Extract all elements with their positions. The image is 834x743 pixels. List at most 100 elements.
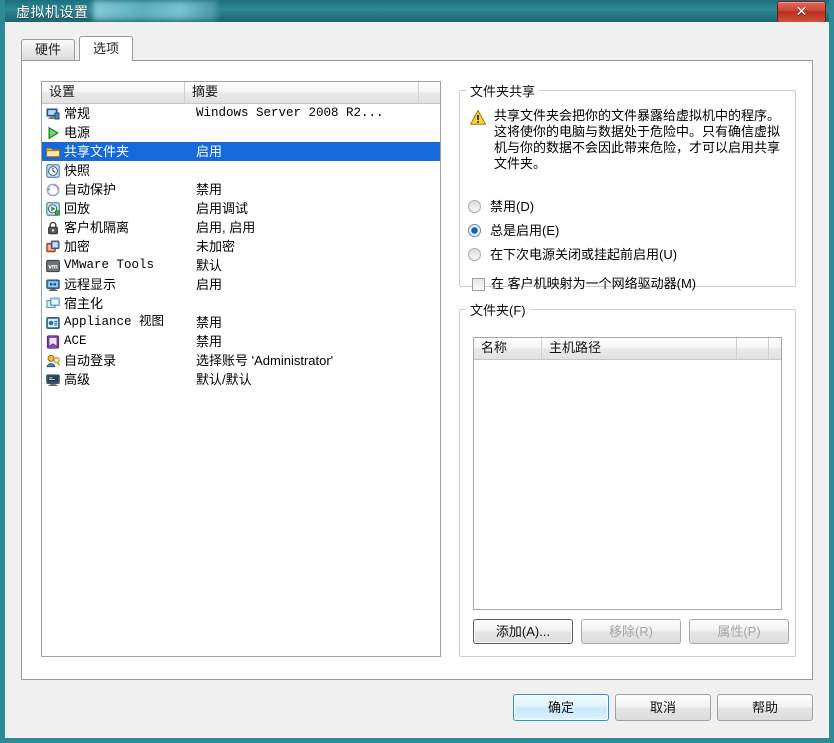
settings-row-summary: 启用调试 bbox=[196, 201, 249, 216]
folders-legend: 文件夹(F) bbox=[470, 303, 526, 318]
folders-column-name[interactable]: 名称 bbox=[474, 338, 542, 359]
window-title: 虚拟机设置 bbox=[16, 4, 89, 20]
cancel-button[interactable]: 取消 bbox=[615, 694, 711, 721]
close-button[interactable]: ✕ bbox=[777, 1, 826, 22]
tab-strip: 硬件 选项 bbox=[21, 36, 813, 61]
settings-list-row[interactable]: 快照 bbox=[42, 161, 440, 180]
folders-list-header: 名称 主机路径 bbox=[474, 338, 781, 360]
radio-always-enabled-indicator bbox=[468, 224, 481, 237]
settings-list-row[interactable]: 自动登录 选择账号 'Administrator' bbox=[42, 351, 440, 370]
snapshot-clock-icon bbox=[46, 164, 60, 178]
client-area: 硬件 选项 设置 摘要 常规 Windows Server 2008 R2... 电… bbox=[10, 22, 824, 733]
settings-list-row[interactable]: 客户机隔离 启用, 启用 bbox=[42, 218, 440, 237]
settings-list-body: 常规 Windows Server 2008 R2... 电源 共享文件夹 启用 快照 自动… bbox=[42, 104, 440, 389]
options-detail-pane: 文件夹共享 共享文件夹会把你的文件暴露给虚拟机中的程序。这将使你的电脑与数据处于… bbox=[459, 81, 796, 657]
advanced-icon bbox=[46, 373, 60, 387]
settings-row-summary: 默认/默认 bbox=[196, 372, 252, 387]
settings-list[interactable]: 设置 摘要 常规 Windows Server 2008 R2... 电源共享文件夹… bbox=[41, 81, 441, 657]
radio-disable-indicator bbox=[468, 200, 481, 213]
tab-options[interactable]: 选项 bbox=[79, 36, 134, 61]
power-play-icon bbox=[46, 126, 60, 140]
help-button[interactable]: 帮助 bbox=[717, 694, 813, 721]
options-tab-page: 设置 摘要 常规 Windows Server 2008 R2... 电源 共享文件夹… bbox=[21, 60, 813, 680]
lock-icon bbox=[46, 221, 60, 235]
map-network-drive-label: 在 客户机映射为一个网络驱动器(M) bbox=[491, 276, 697, 291]
radio-enable-until-next-poweroff[interactable]: 在下次电源关闭或挂起前启用(U) bbox=[468, 246, 678, 263]
redacted-title-suffix bbox=[93, 1, 217, 20]
radio-always-enabled[interactable]: 总是启用(E) bbox=[468, 222, 560, 239]
vmware-tools-icon: vm bbox=[46, 259, 60, 273]
settings-row-name: 客户机隔离 bbox=[64, 220, 130, 235]
autologon-key-icon bbox=[46, 354, 60, 368]
settings-row-name: 远程显示 bbox=[64, 277, 117, 292]
replay-icon bbox=[46, 202, 60, 216]
settings-row-name: 高级 bbox=[64, 372, 91, 387]
appliance-view-icon bbox=[46, 316, 60, 330]
settings-row-name: 回放 bbox=[64, 201, 91, 216]
settings-row-summary: 启用 bbox=[196, 144, 223, 159]
settings-row-summary: Windows Server 2008 R2... bbox=[196, 106, 384, 120]
warning-row: 共享文件夹会把你的文件暴露给虚拟机中的程序。这将使你的电脑与数据处于危险中。只有… bbox=[470, 108, 785, 172]
settings-list-row[interactable]: 共享文件夹 启用 bbox=[42, 142, 440, 161]
remote-display-icon bbox=[46, 278, 60, 292]
radio-always-enabled-label: 总是启用(E) bbox=[490, 223, 560, 238]
map-network-drive-checkbox[interactable]: 在 客户机映射为一个网络驱动器(M) bbox=[472, 276, 696, 293]
encryption-icon bbox=[46, 240, 60, 254]
svg-text:vm: vm bbox=[48, 264, 58, 271]
settings-list-row[interactable]: 加密 未加密 bbox=[42, 237, 440, 256]
column-header-spacer bbox=[419, 82, 440, 103]
settings-row-name: ACE bbox=[64, 334, 87, 348]
folder-sharing-legend: 文件夹共享 bbox=[470, 84, 536, 99]
folders-list[interactable]: 名称 主机路径 bbox=[473, 337, 782, 610]
settings-list-row[interactable]: 宿主化 bbox=[42, 294, 440, 313]
settings-list-row[interactable]: 远程显示 启用 bbox=[42, 275, 440, 294]
folders-column-extra bbox=[737, 338, 769, 359]
radio-enable-until-next-poweroff-indicator bbox=[468, 248, 481, 261]
title-bar: 虚拟机设置 ✕ bbox=[5, 0, 829, 22]
column-header-summary[interactable]: 摘要 bbox=[185, 82, 419, 103]
settings-row-name: 电源 bbox=[64, 125, 91, 140]
settings-row-summary: 禁用 bbox=[196, 315, 223, 330]
settings-list-row[interactable]: vm VMware Tools 默认 bbox=[42, 256, 440, 275]
ace-icon bbox=[46, 335, 60, 349]
folders-column-spacer bbox=[769, 338, 781, 359]
remove-folder-button: 移除(R) bbox=[581, 619, 681, 644]
settings-row-summary: 启用, 启用 bbox=[196, 220, 256, 235]
settings-row-summary: 禁用 bbox=[196, 334, 223, 349]
warning-text: 共享文件夹会把你的文件暴露给虚拟机中的程序。这将使你的电脑与数据处于危险中。只有… bbox=[494, 108, 781, 171]
column-header-setting[interactable]: 设置 bbox=[42, 82, 185, 103]
radio-enable-until-next-poweroff-label: 在下次电源关闭或挂起前启用(U) bbox=[490, 247, 678, 262]
settings-row-summary: 禁用 bbox=[196, 182, 223, 197]
settings-row-name: 共享文件夹 bbox=[64, 144, 130, 159]
settings-list-row[interactable]: 常规 Windows Server 2008 R2... bbox=[42, 104, 440, 123]
settings-list-row[interactable]: 电源 bbox=[42, 123, 440, 142]
settings-row-name: 加密 bbox=[64, 239, 91, 254]
settings-row-name: 自动登录 bbox=[64, 353, 117, 368]
radio-disable-label: 禁用(D) bbox=[490, 199, 535, 214]
warning-icon bbox=[470, 110, 486, 125]
settings-list-row[interactable]: Appliance 视图 禁用 bbox=[42, 313, 440, 332]
settings-row-summary: 默认 bbox=[196, 258, 223, 273]
ok-button[interactable]: 确定 bbox=[513, 694, 609, 721]
settings-list-row[interactable]: ACE 禁用 bbox=[42, 332, 440, 351]
add-folder-button[interactable]: 添加(A)... bbox=[473, 619, 573, 644]
folder-sharing-group: 文件夹共享 共享文件夹会把你的文件暴露给虚拟机中的程序。这将使你的电脑与数据处于… bbox=[459, 81, 796, 291]
map-network-drive-checkbox-box bbox=[472, 278, 485, 291]
settings-list-row[interactable]: 回放 启用调试 bbox=[42, 199, 440, 218]
settings-row-name: 常规 bbox=[64, 106, 91, 121]
settings-row-name: 自动保护 bbox=[64, 182, 117, 197]
folder-icon bbox=[46, 145, 60, 159]
settings-list-header: 设置 摘要 bbox=[42, 82, 440, 104]
settings-list-row[interactable]: 高级 默认/默认 bbox=[42, 370, 440, 389]
folders-column-host-path[interactable]: 主机路径 bbox=[542, 338, 737, 359]
computer-icon bbox=[46, 107, 60, 121]
tab-hardware[interactable]: 硬件 bbox=[21, 39, 76, 60]
settings-list-row[interactable]: 自动保护 禁用 bbox=[42, 180, 440, 199]
settings-row-name: Appliance 视图 bbox=[64, 315, 165, 329]
settings-row-summary: 选择账号 'Administrator' bbox=[196, 353, 334, 368]
radio-disable[interactable]: 禁用(D) bbox=[468, 198, 535, 215]
folder-properties-button: 属性(P) bbox=[689, 619, 789, 644]
settings-row-summary: 启用 bbox=[196, 277, 223, 292]
settings-row-name: 宿主化 bbox=[64, 296, 104, 311]
close-icon: ✕ bbox=[795, 3, 808, 19]
